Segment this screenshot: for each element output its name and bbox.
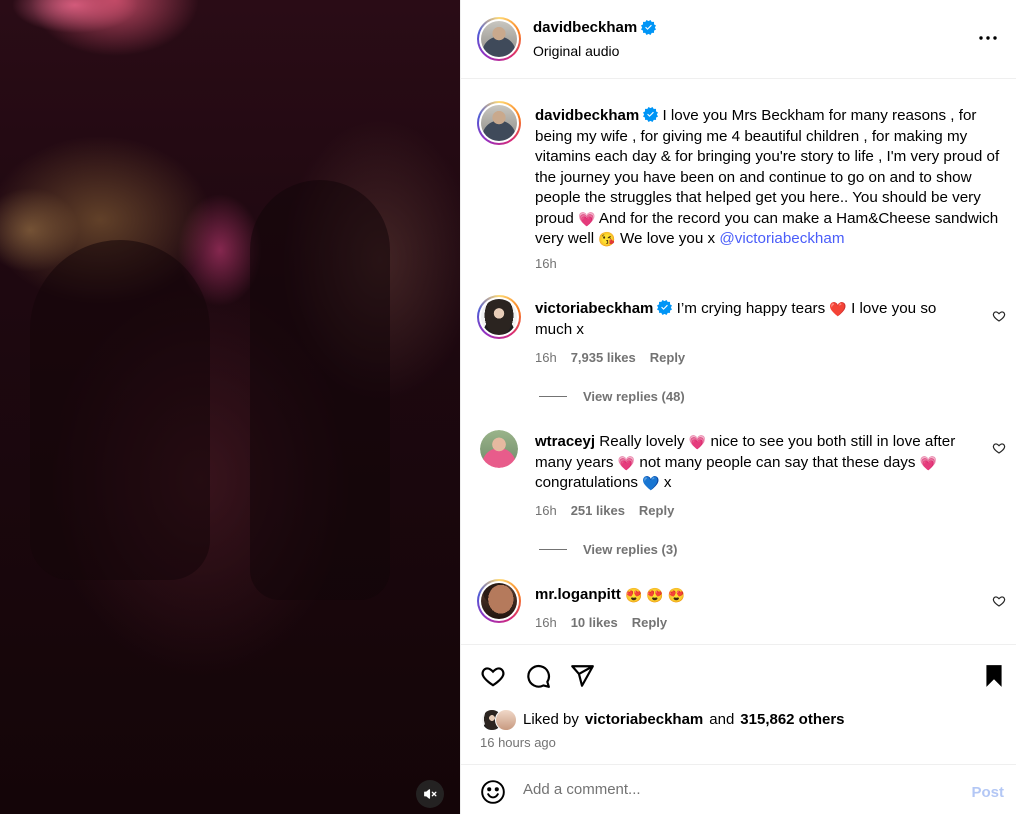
comment: victoriabeckham I’m crying happy tears ❤… bbox=[535, 299, 965, 340]
comment: mr.loganpitt 😍 😍 😍 bbox=[535, 585, 965, 606]
video-figure bbox=[250, 180, 390, 600]
red-heart-emoji: ❤️ bbox=[829, 301, 847, 317]
timestamp[interactable]: 16h bbox=[535, 256, 557, 271]
comment-meta: 16h 7,935 likes Reply bbox=[535, 350, 685, 365]
likes-count[interactable]: 251 likes bbox=[571, 503, 625, 518]
audio-label[interactable]: Original audio bbox=[533, 43, 619, 59]
comment: wtraceyj Really lovely 💗 nice to see you… bbox=[535, 432, 975, 494]
likes-count[interactable]: 315,862 others bbox=[740, 711, 844, 728]
username-text[interactable]: davidbeckham bbox=[533, 19, 637, 36]
comment-username[interactable]: wtraceyj bbox=[535, 433, 595, 450]
pink-heart-emoji: 💗 bbox=[617, 454, 636, 471]
verified-badge-icon bbox=[643, 107, 659, 122]
comment-text: x bbox=[663, 474, 672, 491]
comment-text: Really lovely bbox=[599, 433, 685, 450]
post-button[interactable]: Post bbox=[971, 784, 1004, 801]
paper-plane-icon[interactable] bbox=[569, 663, 595, 689]
caption-avatar[interactable] bbox=[477, 101, 521, 145]
timestamp[interactable]: 16h bbox=[535, 350, 557, 365]
like-comment-heart-icon[interactable] bbox=[992, 594, 1006, 608]
commenter-avatar[interactable] bbox=[480, 430, 518, 468]
post-actions: Liked by victoriabeckham and 315,862 oth… bbox=[461, 644, 1016, 815]
liked-by-prefix: Liked by bbox=[523, 710, 579, 728]
kiss-emoji: 😘 bbox=[598, 231, 616, 247]
divider bbox=[539, 396, 567, 397]
view-replies-label[interactable]: View replies (48) bbox=[583, 389, 685, 404]
liked-by: Liked by victoriabeckham and 315,862 oth… bbox=[481, 709, 845, 731]
post-timestamp[interactable]: 16 hours ago bbox=[480, 735, 556, 750]
reply-button[interactable]: Reply bbox=[632, 615, 667, 630]
caption: davidbeckham I love you Mrs Beckham for … bbox=[535, 106, 1005, 250]
liked-by-user[interactable]: victoriabeckham bbox=[585, 711, 703, 728]
post-sidebar: davidbeckham Original audio davidbeckham… bbox=[460, 0, 1016, 814]
commenter-avatar[interactable] bbox=[477, 579, 521, 623]
comment-username[interactable]: mr.loganpitt bbox=[535, 586, 621, 603]
video-figure bbox=[30, 240, 210, 580]
comment-meta: 16h 10 likes Reply bbox=[535, 615, 667, 630]
likes-count[interactable]: 10 likes bbox=[571, 615, 618, 630]
smiley-icon[interactable] bbox=[480, 779, 506, 805]
pink-heart-emoji: 💗 bbox=[688, 434, 707, 450]
liked-by-avatars[interactable] bbox=[481, 709, 517, 731]
video-player[interactable] bbox=[0, 0, 460, 814]
comment-icon[interactable] bbox=[525, 663, 551, 689]
caption-meta: 16h bbox=[535, 256, 557, 271]
timestamp[interactable]: 16h bbox=[535, 615, 557, 630]
comment-text: congratulations bbox=[535, 474, 639, 491]
reply-button[interactable]: Reply bbox=[650, 350, 685, 365]
post-dialog: davidbeckham Original audio davidbeckham… bbox=[0, 0, 1016, 814]
mute-button[interactable] bbox=[416, 780, 444, 808]
pink-heart-emoji: 💗 bbox=[919, 454, 938, 471]
likes-count[interactable]: 7,935 likes bbox=[571, 350, 636, 365]
bookmark-filled-icon[interactable] bbox=[981, 663, 1007, 689]
timestamp[interactable]: 16h bbox=[535, 503, 557, 518]
commenter-avatar[interactable] bbox=[477, 295, 521, 339]
more-options-icon[interactable] bbox=[976, 26, 1000, 50]
view-replies-button[interactable]: View replies (3) bbox=[539, 542, 677, 557]
view-replies-label[interactable]: View replies (3) bbox=[583, 542, 677, 557]
verified-badge-icon bbox=[657, 300, 673, 315]
view-replies-button[interactable]: View replies (48) bbox=[539, 389, 685, 404]
comment-meta: 16h 251 likes Reply bbox=[535, 503, 674, 518]
avatar[interactable] bbox=[477, 17, 521, 61]
comment-username[interactable]: victoriabeckham bbox=[535, 300, 653, 317]
reply-button[interactable]: Reply bbox=[639, 503, 674, 518]
comment-text: not many people can say that these days bbox=[639, 453, 916, 471]
author-username[interactable]: davidbeckham bbox=[533, 19, 657, 36]
heart-icon[interactable] bbox=[480, 663, 506, 689]
like-comment-heart-icon[interactable] bbox=[992, 309, 1006, 323]
caption-text: We love you x bbox=[619, 230, 716, 247]
speaker-muted-icon bbox=[424, 789, 437, 799]
mention-link[interactable]: @victoriabeckham bbox=[719, 230, 844, 247]
avatar bbox=[495, 709, 517, 731]
comment-input[interactable] bbox=[523, 781, 943, 798]
heart-eyes-emoji: 😍 😍 😍 bbox=[625, 587, 686, 603]
like-comment-heart-icon[interactable] bbox=[992, 441, 1006, 455]
post-header: davidbeckham Original audio bbox=[461, 0, 1016, 79]
pink-heart-emoji: 💗 bbox=[578, 210, 596, 227]
add-comment-bar: Post bbox=[461, 764, 1016, 816]
blue-heart-emoji: 💙 bbox=[642, 475, 660, 491]
caption-username[interactable]: davidbeckham bbox=[535, 107, 639, 124]
comment-text: I’m crying happy tears bbox=[676, 300, 826, 317]
verified-badge-icon bbox=[641, 20, 657, 35]
divider bbox=[539, 549, 567, 550]
liked-by-conjunction: and bbox=[709, 710, 735, 728]
